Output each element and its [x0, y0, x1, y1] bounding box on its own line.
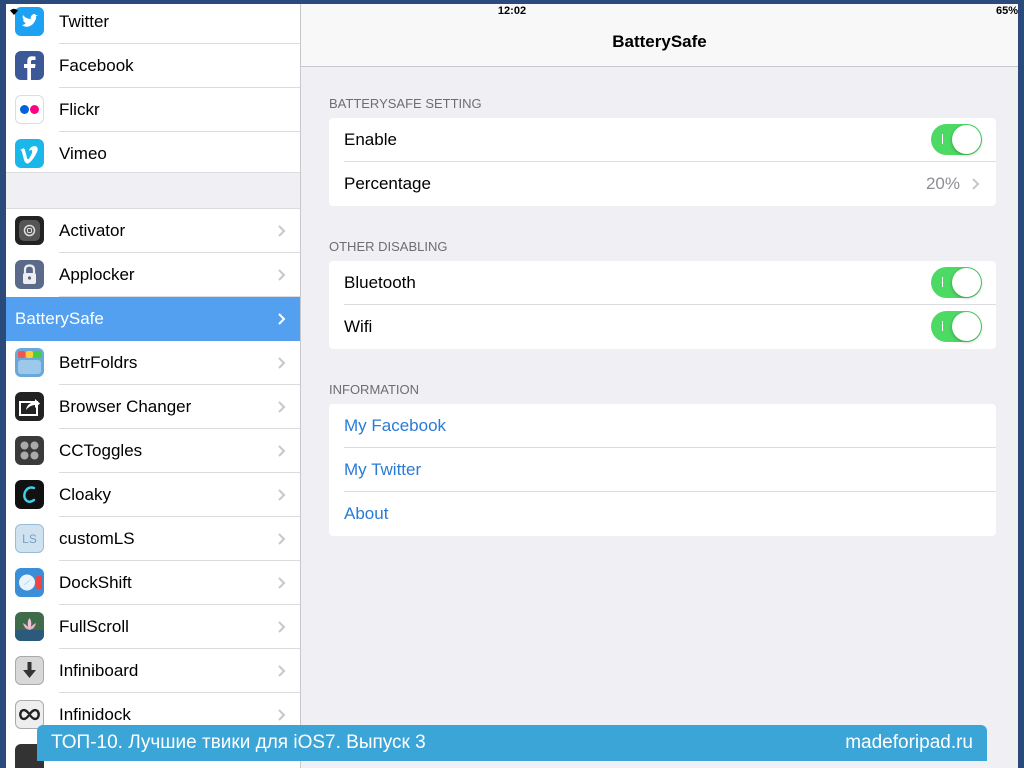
sidebar-item-cctoggles[interactable]: CCToggles [6, 429, 300, 473]
chevron-right-icon [278, 665, 286, 677]
sidebar-item-label: CCToggles [59, 441, 143, 460]
caption-banner: ТОП-10. Лучшие твики для iOS7. Выпуск 3 … [37, 725, 987, 761]
chevron-right-icon [278, 225, 286, 237]
sidebar-item-label: Facebook [59, 56, 134, 75]
chevron-right-icon [972, 178, 980, 190]
cell-label: Percentage [344, 174, 431, 193]
share-icon [15, 392, 44, 421]
toggle-on-mark [942, 134, 943, 144]
group-information: My Facebook My Twitter About [329, 404, 996, 536]
facebook-icon [15, 51, 44, 80]
chevron-right-icon [278, 401, 286, 413]
chevron-right-icon [278, 489, 286, 501]
chevron-right-icon [278, 357, 286, 369]
sidebar-item-label: Vimeo [59, 144, 107, 163]
toggle-on-mark [942, 321, 943, 331]
sidebar-item-label: Flickr [59, 100, 100, 119]
sidebar-item-cloaky[interactable]: Cloaky [6, 473, 300, 517]
dockshift-icon [15, 568, 44, 597]
my-facebook-link[interactable]: My Facebook [344, 404, 446, 448]
toggle-knob [952, 268, 981, 297]
status-time: 12:02 [497, 5, 527, 17]
sidebar-item-label: Infiniboard [59, 661, 139, 680]
banner-site: madeforipad.ru [845, 732, 973, 753]
flickr-icon [15, 95, 44, 124]
page-title: BatterySafe [612, 32, 707, 51]
status-battery: 65% [995, 5, 1018, 17]
group-other-disabling: Bluetooth Wifi [329, 261, 996, 349]
cell-about[interactable]: About [329, 492, 996, 536]
chevron-right-icon [278, 577, 286, 589]
sidebar-item-label: Applocker [59, 265, 135, 284]
sidebar-item-dockshift[interactable]: DockShift [6, 561, 300, 605]
vimeo-icon [15, 139, 44, 168]
chevron-right-icon [278, 533, 286, 545]
chevron-right-icon [278, 313, 286, 325]
sidebar-item-facebook[interactable]: Facebook [6, 44, 300, 88]
cell-enable: Enable [329, 118, 996, 162]
section-header-other-disabling: OTHER DISABLING [329, 239, 448, 254]
cell-my-twitter[interactable]: My Twitter [329, 448, 996, 492]
sidebar-item-batterysafe[interactable]: BatterySafe [6, 297, 300, 341]
section-header-batterysafe: BATTERYSAFE SETTING [329, 96, 482, 111]
enable-toggle[interactable] [931, 124, 982, 155]
sidebar-item-browser-changer[interactable]: Browser Changer [6, 385, 300, 429]
customls-icon: LS [15, 524, 44, 553]
group-batterysafe-settings: Enable Percentage 20% [329, 118, 996, 206]
lotus-icon [15, 612, 44, 641]
banner-title: ТОП-10. Лучшие твики для iOS7. Выпуск 3 [51, 732, 426, 753]
cell-label: Wifi [344, 317, 373, 336]
chevron-right-icon [278, 445, 286, 457]
sidebar-item-applocker[interactable]: Applocker [6, 253, 300, 297]
toggle-knob [952, 312, 981, 341]
chevron-right-icon [278, 621, 286, 633]
toggle-on-mark [942, 277, 943, 287]
sidebar-item-label: BetrFoldrs [59, 353, 138, 372]
cell-wifi: Wifi [329, 305, 996, 349]
toggles-icon [15, 436, 44, 465]
sidebar-item-flickr[interactable]: Flickr [6, 88, 300, 132]
screen: Twitter Facebook Flickr Vimeo Activator … [6, 4, 1018, 768]
my-twitter-link[interactable]: My Twitter [344, 448, 421, 492]
sidebar-item-infiniboard[interactable]: Infiniboard [6, 649, 300, 693]
sidebar-item-betrfoldrs[interactable]: BetrFoldrs [6, 341, 300, 385]
chevron-right-icon [278, 709, 286, 721]
sidebar-item-fullscroll[interactable]: FullScroll [6, 605, 300, 649]
chevron-right-icon [278, 269, 286, 281]
svg-text:LS: LS [22, 532, 37, 546]
sidebar-item-label: DockShift [59, 573, 132, 592]
settings-sidebar[interactable]: Twitter Facebook Flickr Vimeo Activator … [6, 4, 301, 768]
cell-label: Bluetooth [344, 273, 416, 292]
sidebar-item-label: BatterySafe [15, 309, 104, 328]
cell-percentage[interactable]: Percentage 20% [329, 162, 996, 206]
about-link[interactable]: About [344, 492, 388, 536]
folders-icon [15, 348, 44, 377]
sidebar-item-customls[interactable]: LS customLS [6, 517, 300, 561]
download-icon [15, 656, 44, 685]
section-header-information: INFORMATION [329, 382, 420, 397]
bluetooth-toggle[interactable] [931, 267, 982, 298]
cell-label: Enable [344, 130, 397, 149]
lock-icon [15, 260, 44, 289]
activator-icon [15, 216, 44, 245]
cell-bluetooth: Bluetooth [329, 261, 996, 305]
sidebar-item-label: Browser Changer [59, 397, 192, 416]
wifi-toggle[interactable] [931, 311, 982, 342]
sidebar-item-vimeo[interactable]: Vimeo [6, 132, 300, 176]
sidebar-item-label: FullScroll [59, 617, 129, 636]
sidebar-item-label: customLS [59, 529, 135, 548]
cell-my-facebook[interactable]: My Facebook [329, 404, 996, 448]
sidebar-item-label: Cloaky [59, 485, 111, 504]
sidebar-group-gap [6, 173, 300, 208]
sidebar-item-activator[interactable]: Activator [6, 209, 300, 253]
sidebar-item-label: Activator [59, 221, 126, 240]
percentage-value: 20% [925, 174, 960, 193]
cloaky-icon [15, 480, 44, 509]
toggle-knob [952, 125, 981, 154]
status-bar: 12:02 65% [6, 4, 1018, 20]
